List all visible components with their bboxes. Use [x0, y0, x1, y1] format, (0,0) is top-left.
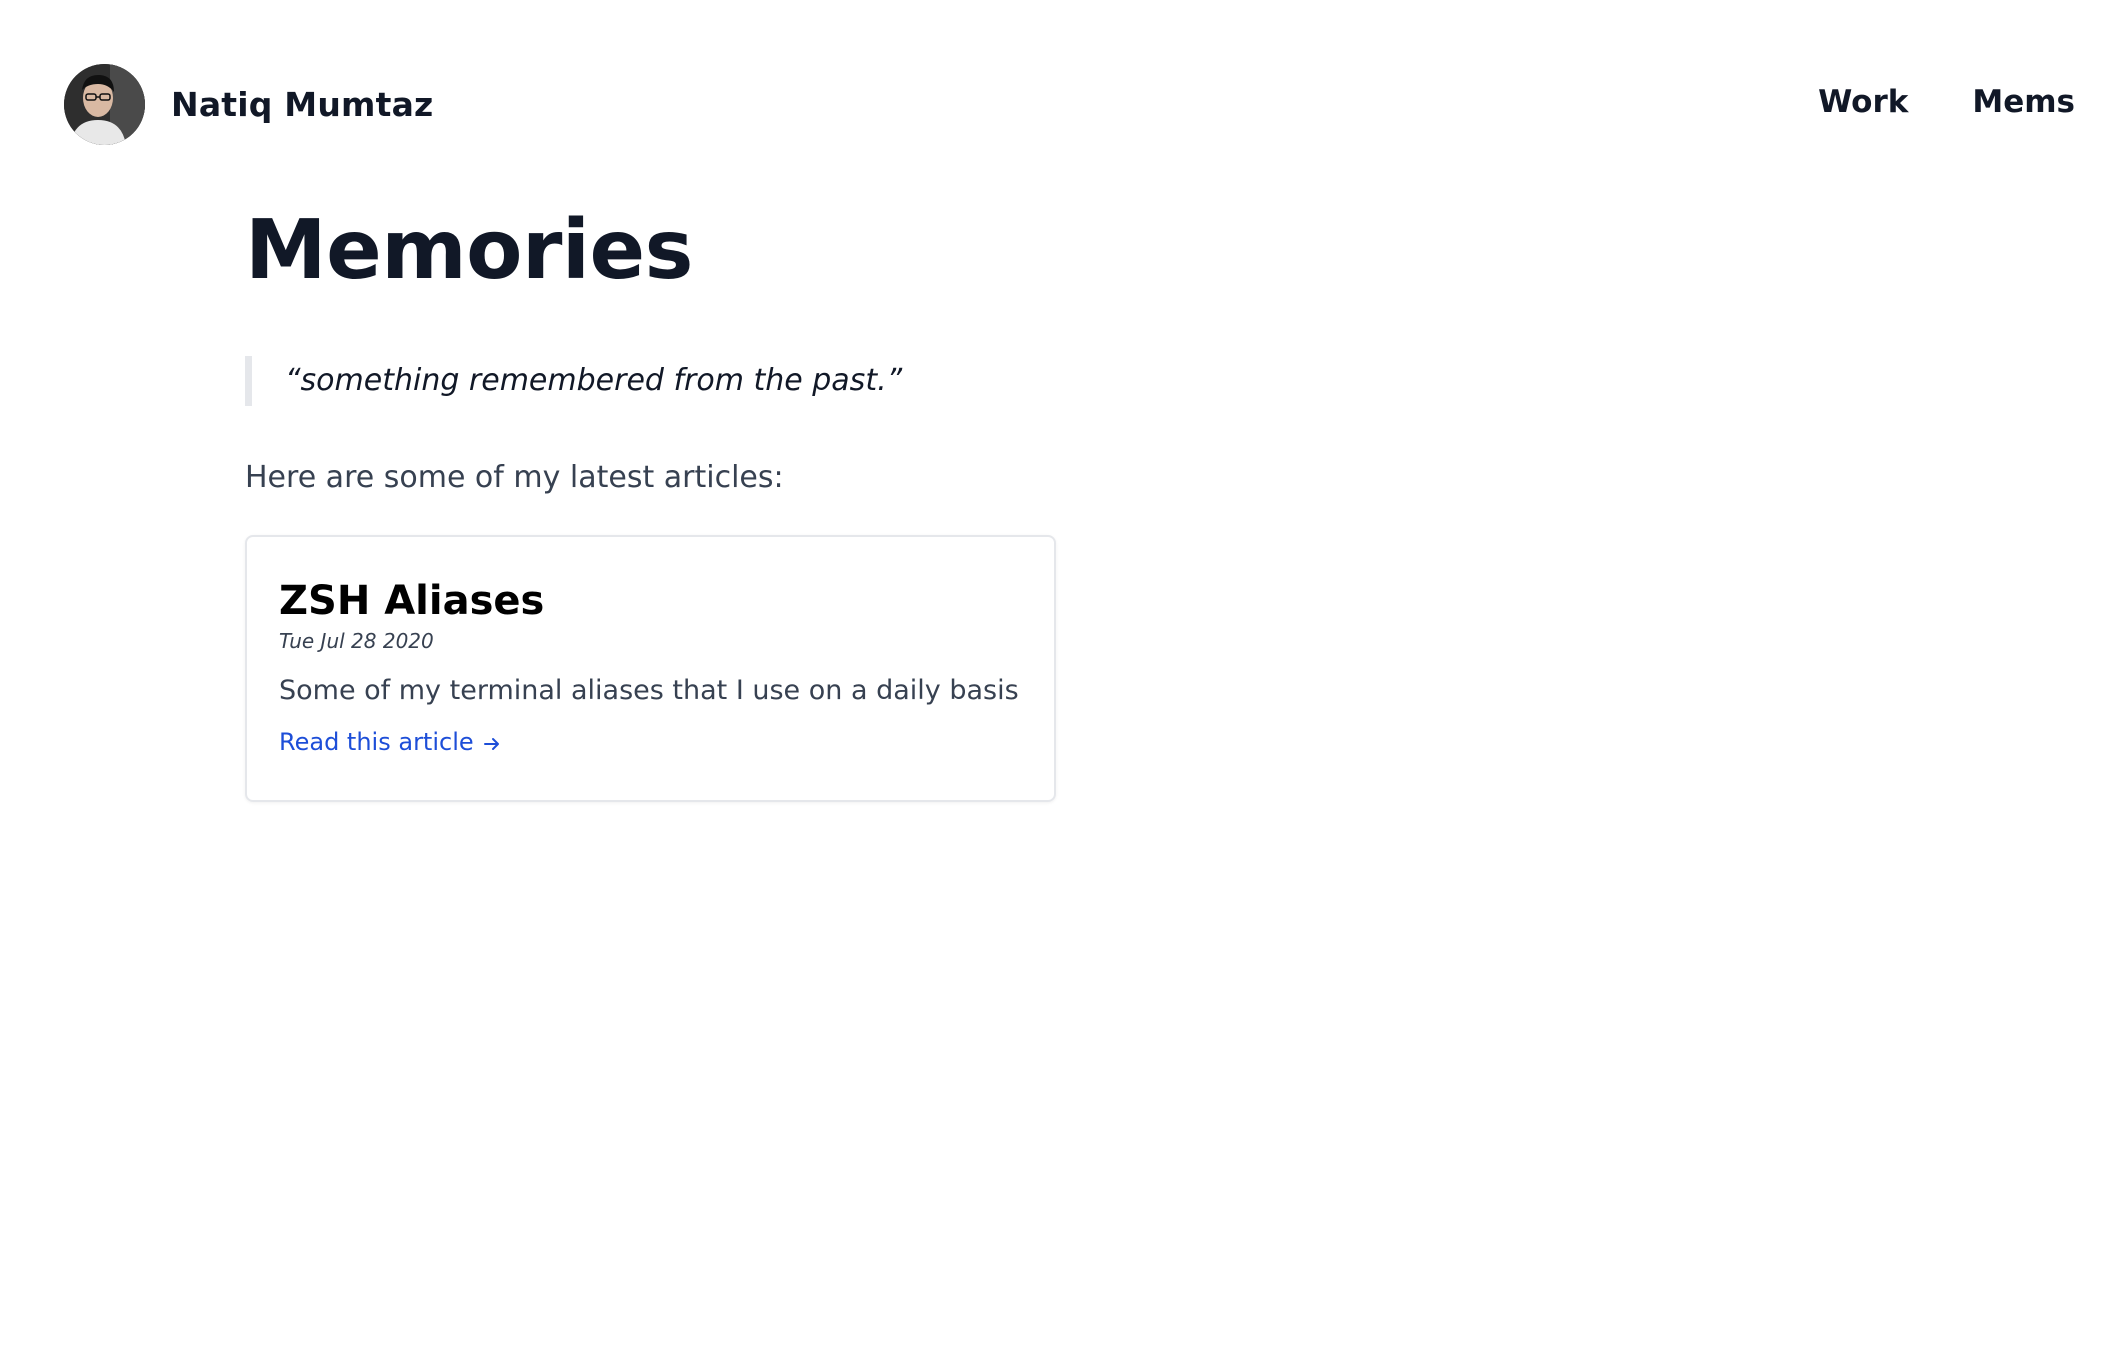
- article-description: Some of my terminal aliases that I use o…: [279, 675, 1019, 706]
- read-article-link[interactable]: Read this article: [279, 728, 502, 756]
- articles-intro: Here are some of my latest articles:: [245, 460, 784, 495]
- read-article-label: Read this article: [279, 728, 474, 756]
- brand-home-link[interactable]: Natiq Mumtaz: [64, 64, 433, 145]
- arrow-right-icon: [482, 732, 502, 752]
- nav-link-mems[interactable]: Mems: [1972, 84, 2075, 120]
- page-title: Memories: [245, 203, 693, 298]
- main-nav: Work Mems: [1818, 84, 2075, 120]
- brand-name: Natiq Mumtaz: [171, 85, 434, 124]
- article-date: Tue Jul 28 2020: [279, 629, 434, 653]
- site-header: Natiq Mumtaz Work Mems: [0, 0, 2127, 210]
- definition-quote: “something remembered from the past.”: [245, 356, 1885, 406]
- avatar: [64, 64, 145, 145]
- nav-link-work[interactable]: Work: [1818, 84, 1908, 120]
- main-content: Memories “something remembered from the …: [245, 210, 1885, 802]
- article-card: ZSH Aliases Tue Jul 28 2020 Some of my t…: [245, 535, 1056, 802]
- article-title: ZSH Aliases: [279, 578, 545, 624]
